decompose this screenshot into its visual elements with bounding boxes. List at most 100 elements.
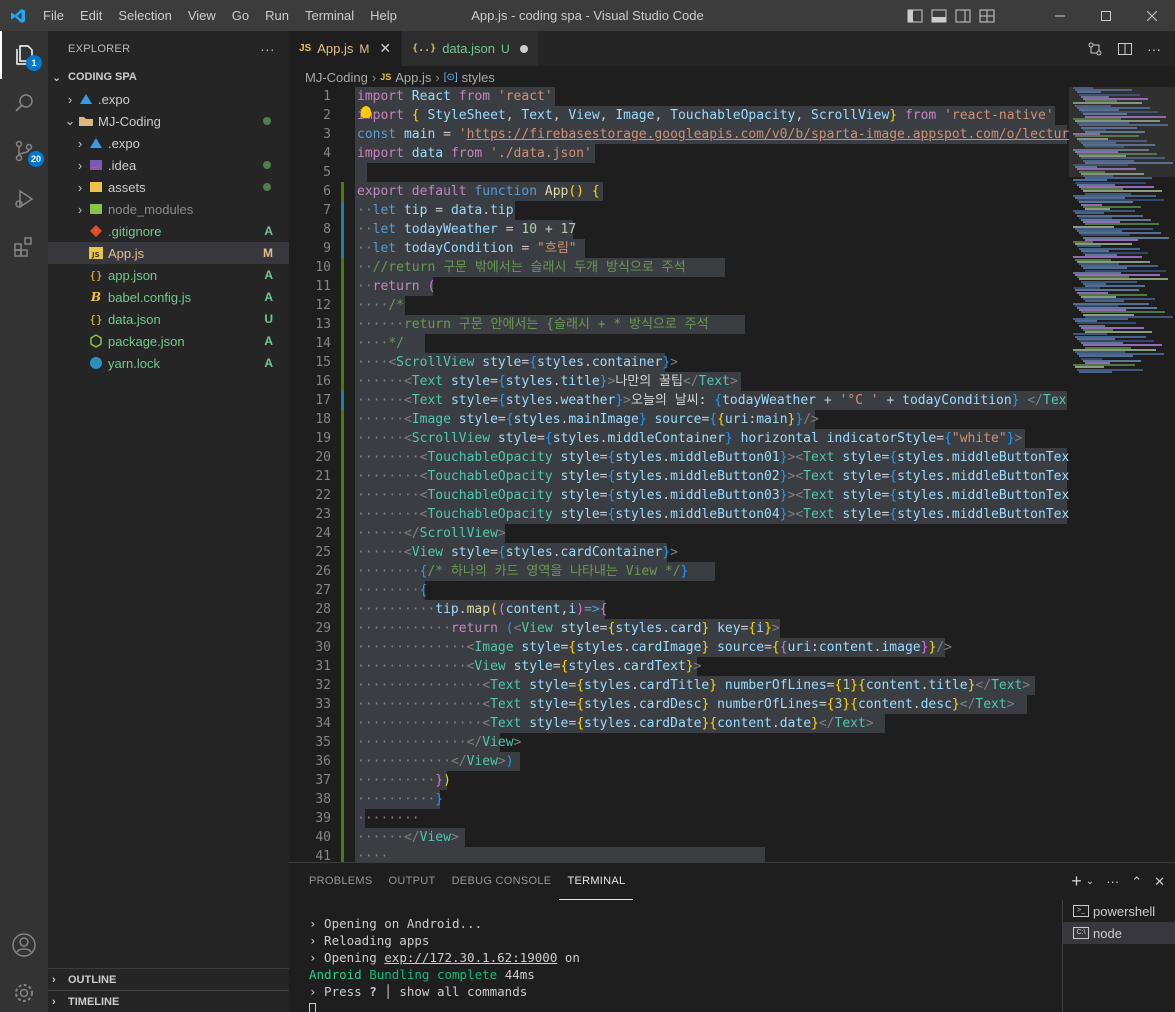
close-tab-icon[interactable]: ✕ [379,40,391,57]
code-editor[interactable]: 1 import React from 'react' 2 import { Styl… [289,87,1069,862]
tree-file-yarn-lock[interactable]: yarn.lock A [48,352,289,374]
lightbulb-icon[interactable] [361,106,371,118]
menu-view[interactable]: View [180,0,224,31]
tree-folder-assets[interactable]: › assets [48,176,289,198]
added-gutter-mark [341,638,344,657]
terminal-node[interactable]: C:\ node [1063,922,1175,944]
run-debug-icon [15,189,34,209]
code-line: 4 import data from './data.json' [289,144,1069,163]
customize-layout-icon[interactable] [979,9,995,23]
code-line: 38 ··········} [289,790,1069,809]
svg-text:JS: JS [91,251,100,259]
tab-terminal[interactable]: TERMINAL [559,863,634,900]
maximize-icon[interactable] [1083,0,1129,31]
code-text: ········ [357,811,420,826]
minimize-icon[interactable] [1037,0,1083,31]
minimap-slider[interactable] [1069,87,1175,177]
code-text: import { StyleSheet, Text, View, Image, … [357,108,1054,123]
added-gutter-mark [341,752,344,771]
run-debug-activity[interactable] [0,175,48,223]
code-text: ····<ScrollView style={styles.container}… [357,355,678,370]
toggle-panel-icon[interactable] [931,9,947,23]
assets-folder-icon [88,179,104,195]
expo-folder-icon [78,91,94,107]
menu-edit[interactable]: Edit [72,0,110,31]
outline-section[interactable]: › OUTLINE [48,968,289,990]
tree-folder-expo[interactable]: › .expo [48,132,289,154]
tab-app-js[interactable]: JS App.js M ✕ [289,31,403,66]
extensions-activity[interactable] [0,223,48,271]
close-panel-icon[interactable]: ✕ [1154,874,1165,890]
panel-tabs: PROBLEMS OUTPUT DEBUG CONSOLE TERMINAL [289,863,1175,900]
code-line: 32 ················<Text style={styles.ca… [289,676,1069,695]
tree-file-babel-config[interactable]: B babel.config.js A [48,286,289,308]
line-number: 2 [323,108,331,123]
tab-output[interactable]: OUTPUT [381,863,444,900]
added-gutter-mark [341,315,344,334]
workspace-root[interactable]: ⌄ CODING SPA [48,66,289,88]
added-gutter-mark [341,809,344,828]
toggle-sidebar-icon[interactable] [907,9,923,23]
minimap[interactable] [1069,87,1175,862]
tree-file-app-js[interactable]: JS App.js M [48,242,289,264]
maximize-panel-icon[interactable]: ⌃ [1131,874,1142,890]
toggle-secondary-sidebar-icon[interactable] [955,9,971,23]
tree-folder-node-modules[interactable]: › node_modules [48,198,289,220]
tab-data-json[interactable]: {..} data.json U [402,31,539,66]
tab-problems[interactable]: PROBLEMS [301,863,381,900]
tab-debug-console[interactable]: DEBUG CONSOLE [444,863,560,900]
more-actions-icon[interactable]: ··· [260,41,275,57]
explorer-activity[interactable]: 1 [0,31,48,79]
open-changes-icon[interactable] [1087,41,1103,57]
terminal-output[interactable]: › Opening on Android... › Reloading apps… [309,915,580,1012]
line-number: 29 [315,621,331,636]
search-activity[interactable] [0,79,48,127]
line-number: 27 [315,583,331,598]
source-control-activity[interactable]: 20 [0,127,48,175]
manage-activity[interactable] [0,969,48,1012]
chevron-right-icon: › [67,91,73,107]
more-actions-icon[interactable]: ··· [1106,874,1119,889]
tree-file-package-json[interactable]: package.json A [48,330,289,352]
git-status-added: A [264,224,273,238]
new-terminal-icon[interactable]: + [1071,871,1082,892]
tree-folder-expo-root[interactable]: › .expo [48,88,289,110]
added-gutter-mark [341,676,344,695]
breadcrumb-folder[interactable]: MJ-Coding [305,70,368,85]
tree-file-data-json[interactable]: {} data.json U [48,308,289,330]
tree-folder-idea[interactable]: › .idea [48,154,289,176]
accounts-activity[interactable] [0,921,48,969]
menu-run[interactable]: Run [257,0,297,31]
breadcrumb-file[interactable]: App.js [395,70,431,85]
chevron-down-icon[interactable]: ⌄ [1086,876,1094,887]
code-text: ······<ScrollView style={styles.middleCo… [357,431,1023,446]
added-gutter-mark [341,258,344,277]
search-icon [15,94,33,112]
line-number: 19 [315,431,331,446]
window-controls [1037,0,1175,31]
terminal-powershell[interactable]: >_ powershell [1063,900,1175,922]
code-text: ········<TouchableOpacity style={styles.… [357,450,1069,465]
unsaved-dot-icon[interactable] [519,44,528,53]
close-window-icon[interactable] [1129,0,1175,31]
line-number: 30 [315,640,331,655]
tree-file-app-json[interactable]: {} app.json A [48,264,289,286]
code-text: export default function App() { [357,184,600,199]
menu-help[interactable]: Help [362,0,405,31]
added-gutter-mark [341,429,344,448]
menu-go[interactable]: Go [224,0,257,31]
tree-file-gitignore[interactable]: .gitignore A [48,220,289,242]
idea-folder-icon [88,157,104,173]
timeline-section[interactable]: › TIMELINE [48,990,289,1012]
gear-icon [15,984,33,1002]
menu-file[interactable]: File [35,0,72,31]
code-text: ············</View>) [357,754,514,769]
menu-selection[interactable]: Selection [110,0,179,31]
code-line: 2 import { StyleSheet, Text, View, Image,… [289,106,1069,125]
more-actions-icon[interactable]: ··· [1147,41,1161,57]
tree-folder-mj-coding[interactable]: ⌄ MJ-Coding [48,110,289,132]
breadcrumb-symbol[interactable]: styles [462,70,495,85]
chevron-right-icon: › [77,179,83,195]
menu-terminal[interactable]: Terminal [297,0,362,31]
split-editor-icon[interactable] [1117,41,1133,57]
